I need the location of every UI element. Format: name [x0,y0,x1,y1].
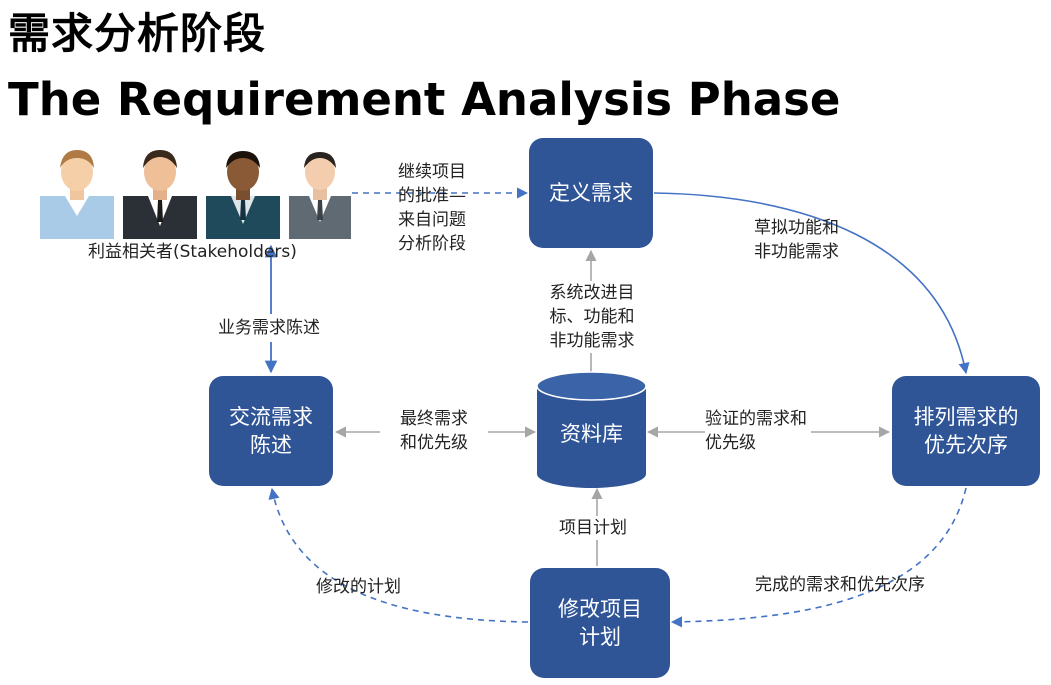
arrow-revised [268,487,529,623]
stakeholder-person-1-icon [40,150,114,239]
stakeholder-person-3-icon [206,151,280,239]
box-prioritize-requirements[interactable]: 排列需求的 优先次序 [892,376,1040,486]
database-label: 资料库 [560,422,623,446]
label-project-plan: 项目计划 [557,516,629,540]
box-revise-project-plan[interactable]: 修改项目 计划 [530,568,670,678]
label-revised-plan: 修改的计划 [316,577,401,597]
label-improvement-goals: 系统改进目 标、功能和 非功能需求 [530,281,654,353]
label-final-requirements: 最终需求 和优先级 [380,407,488,455]
stakeholder-person-4-icon [289,152,351,239]
label-business-statement: 业务需求陈述 [218,314,320,342]
stakeholder-person-2-icon [123,150,197,239]
box-define-requirements[interactable]: 定义需求 [529,138,653,248]
arrow-completed [670,487,967,628]
stakeholders-label: 利益相关者(Stakeholders) [88,242,297,262]
box-communicate-statement[interactable]: 交流需求 陈述 [209,376,333,486]
label-completed-requirements: 完成的需求和优先次序 [755,575,925,595]
label-draft-requirements: 草拟功能和 非功能需求 [754,218,839,262]
label-verified-requirements: 验证的需求和 优先级 [705,407,811,455]
label-approval: 继续项目 的批准— 来自问题 分析阶段 [398,162,466,254]
